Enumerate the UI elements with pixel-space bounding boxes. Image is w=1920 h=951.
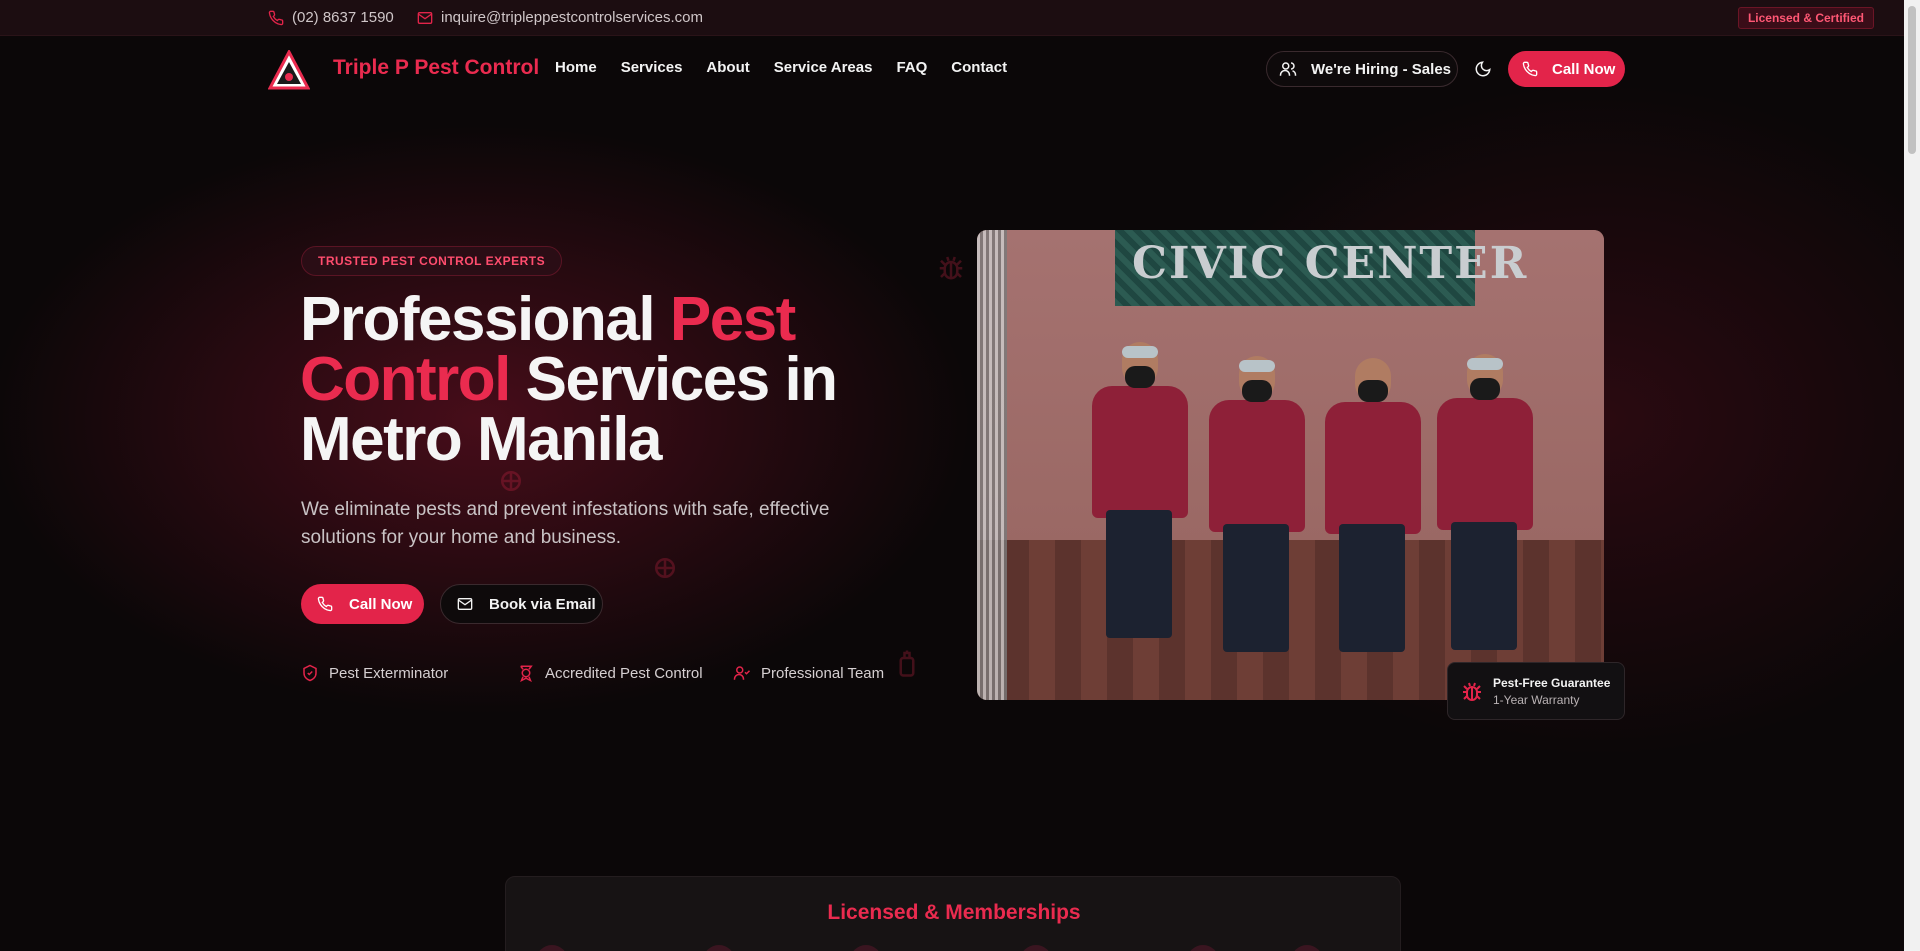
book-via-email-label: Book via Email xyxy=(489,595,596,613)
topbar-phone-text: (02) 8637 1590 xyxy=(292,9,394,26)
membership-logo xyxy=(1020,945,1052,951)
topbar-email[interactable]: inquire@tripleppestcontrolservices.com xyxy=(417,9,703,26)
bug-decoration-icon xyxy=(939,256,963,280)
membership-logo xyxy=(850,945,882,951)
bug-decoration-icon xyxy=(655,558,675,578)
main-nav: Triple P Pest Control Home Services Abou… xyxy=(0,36,1904,102)
phone-icon xyxy=(1522,61,1538,77)
mail-icon xyxy=(417,11,433,24)
hero-tagline-pill: TRUSTED PEST CONTROL EXPERTS xyxy=(301,246,563,276)
book-via-email-button[interactable]: Book via Email xyxy=(440,584,603,624)
page-scrollbar[interactable] xyxy=(1904,0,1920,951)
hero-headline: Professional Pest Control Services in Me… xyxy=(300,289,900,471)
feature-professional-team: Professional Team xyxy=(733,664,884,682)
hero-call-now-button[interactable]: Call Now xyxy=(301,584,424,624)
membership-logo xyxy=(703,945,735,951)
feature-accredited: Accredited Pest Control xyxy=(517,664,703,682)
nav-services[interactable]: Services xyxy=(621,59,683,76)
headline-text-1: Professional xyxy=(300,285,670,354)
topbar-phone[interactable]: (02) 8637 1590 xyxy=(268,9,394,26)
guarantee-card: Pest-Free Guarantee 1-Year Warranty xyxy=(1447,662,1625,720)
photo-curtain xyxy=(977,230,1007,700)
user-check-icon xyxy=(733,666,751,680)
phone-icon xyxy=(317,596,333,612)
nav-call-now-button[interactable]: Call Now xyxy=(1508,51,1625,87)
award-icon xyxy=(520,665,533,682)
nav-contact[interactable]: Contact xyxy=(951,59,1007,76)
bug-decoration-icon xyxy=(899,650,915,677)
nav-menu: Home Services About Service Areas FAQ Co… xyxy=(555,59,1007,76)
feature-label: Pest Exterminator xyxy=(329,664,449,682)
brand-name[interactable]: Triple P Pest Control xyxy=(333,56,539,80)
guarantee-subtitle: 1-Year Warranty xyxy=(1493,693,1580,707)
hiring-button[interactable]: We're Hiring - Sales xyxy=(1266,51,1458,87)
memberships-section: Licensed & Memberships xyxy=(505,876,1401,951)
hero-subtitle: We eliminate pests and prevent infestati… xyxy=(301,499,830,548)
triangle-logo-icon[interactable] xyxy=(268,50,310,90)
memberships-title: Licensed & Memberships xyxy=(827,901,1081,924)
feature-label: Accredited Pest Control xyxy=(545,664,703,682)
licensed-badge: Licensed & Certified xyxy=(1737,7,1874,29)
moon-icon[interactable] xyxy=(1474,60,1492,78)
membership-logo xyxy=(536,945,568,951)
guarantee-title: Pest-Free Guarantee xyxy=(1493,676,1611,690)
feature-label: Professional Team xyxy=(761,664,885,682)
team-photo: CIVIC CENTER xyxy=(977,230,1604,700)
nav-service-areas[interactable]: Service Areas xyxy=(774,59,873,76)
nav-home[interactable]: Home xyxy=(555,59,597,76)
mail-icon xyxy=(457,598,473,610)
top-info-bar: (02) 8637 1590 inquire@tripleppestcontro… xyxy=(0,0,1904,36)
scrollbar-thumb[interactable] xyxy=(1908,6,1916,154)
membership-logo xyxy=(1187,945,1219,951)
bug-icon xyxy=(1463,682,1481,701)
shield-check-icon xyxy=(303,664,317,682)
nav-call-now-label: Call Now xyxy=(1552,60,1616,78)
nav-about[interactable]: About xyxy=(706,59,749,76)
feature-pest-exterminator: Pest Exterminator xyxy=(301,664,448,682)
topbar-email-text: inquire@tripleppestcontrolservices.com xyxy=(441,9,704,26)
civic-center-sign: CIVIC CENTER xyxy=(1132,238,1529,289)
hiring-label: We're Hiring - Sales xyxy=(1311,60,1452,78)
membership-logo xyxy=(1291,945,1323,951)
nav-faq[interactable]: FAQ xyxy=(896,59,927,76)
users-icon xyxy=(1279,62,1297,76)
page: (02) 8637 1590 inquire@tripleppestcontro… xyxy=(0,0,1904,951)
phone-icon xyxy=(268,10,284,25)
hero-call-now-label: Call Now xyxy=(349,595,413,613)
